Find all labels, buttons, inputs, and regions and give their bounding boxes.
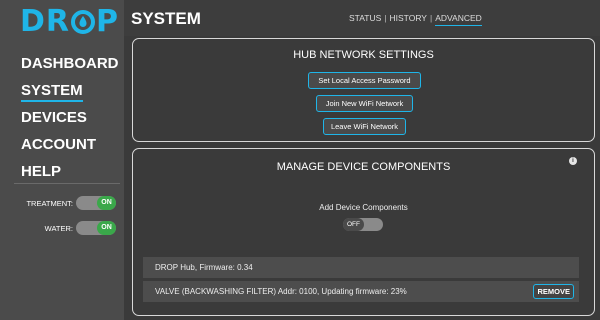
panel-title: MANAGE DEVICE COMPONENTS xyxy=(276,161,451,173)
tab-separator: | xyxy=(429,13,433,23)
remove-button[interactable]: REMOVE xyxy=(533,284,574,299)
tab-advanced[interactable]: ADVANCED xyxy=(435,13,482,26)
page-title: SYSTEM xyxy=(131,9,201,28)
sidebar-item-label: DEVICES xyxy=(21,109,87,126)
join-new-wifi-network-button[interactable]: Join New WiFi Network xyxy=(316,95,413,112)
tab-bar: STATUS | HISTORY | ADVANCED xyxy=(349,13,482,26)
tab-separator: | xyxy=(384,13,387,23)
water-toggle[interactable]: ON xyxy=(76,221,116,235)
header: SYSTEM STATUS | HISTORY | ADVANCED xyxy=(124,0,600,36)
sidebar-nav: DASHBOARD SYSTEM DEVICES ACCOUNT HELP xyxy=(21,50,119,185)
add-device-components-label: Add Device Components xyxy=(319,203,408,212)
sidebar: DR P DASHBOARD SYSTEM DEVICES ACCOUNT HEL… xyxy=(0,0,124,320)
toggle-state: OFF xyxy=(343,218,364,231)
sidebar-item-dashboard[interactable]: DASHBOARD xyxy=(21,50,119,77)
water-drop-icon xyxy=(71,8,96,34)
sidebar-item-label: DASHBOARD xyxy=(21,55,119,72)
list-item: DROP Hub, Firmware: 0.34 xyxy=(143,257,579,278)
tab-status[interactable]: STATUS xyxy=(349,13,381,23)
panel-title: HUB NETWORK SETTINGS xyxy=(293,49,434,61)
sidebar-divider xyxy=(14,183,120,184)
logo-text-start: DR xyxy=(20,4,71,39)
treatment-toggle[interactable]: ON xyxy=(76,196,116,210)
list-item: VALVE (BACKWASHING FILTER) Addr: 0100, U… xyxy=(143,281,579,302)
sidebar-item-devices[interactable]: DEVICES xyxy=(21,104,119,131)
toggle-state: ON xyxy=(97,196,116,210)
leave-wifi-network-button[interactable]: Leave WiFi Network xyxy=(323,118,406,135)
component-text: VALVE (BACKWASHING FILTER) Addr: 0100, U… xyxy=(155,287,407,296)
water-toggle-row: WATER: ON xyxy=(45,221,116,235)
logo-text-end: P xyxy=(96,4,120,39)
treatment-label: TREATMENT: xyxy=(26,198,73,208)
sidebar-item-label: ACCOUNT xyxy=(21,136,96,153)
sidebar-item-label: SYSTEM xyxy=(21,82,83,102)
sidebar-item-help[interactable]: HELP xyxy=(21,158,119,185)
drop-logo[interactable]: DR P xyxy=(20,4,119,40)
sidebar-item-account[interactable]: ACCOUNT xyxy=(21,131,119,158)
hub-network-settings-panel: HUB NETWORK SETTINGS Set Local Access Pa… xyxy=(132,38,595,142)
component-text: DROP Hub, Firmware: 0.34 xyxy=(155,263,253,272)
tab-history[interactable]: HISTORY xyxy=(390,13,427,23)
treatment-toggle-row: TREATMENT: ON xyxy=(26,196,116,210)
water-label: WATER: xyxy=(44,223,73,233)
sidebar-item-system[interactable]: SYSTEM xyxy=(21,77,119,104)
sidebar-item-label: HELP xyxy=(21,163,62,180)
info-icon[interactable]: i xyxy=(569,157,577,165)
manage-device-components-panel: MANAGE DEVICE COMPONENTS i Add Device Co… xyxy=(132,148,595,316)
toggle-state: ON xyxy=(97,221,116,235)
set-local-access-password-button[interactable]: Set Local Access Password xyxy=(308,72,421,89)
add-device-components-toggle[interactable]: OFF xyxy=(343,218,383,231)
